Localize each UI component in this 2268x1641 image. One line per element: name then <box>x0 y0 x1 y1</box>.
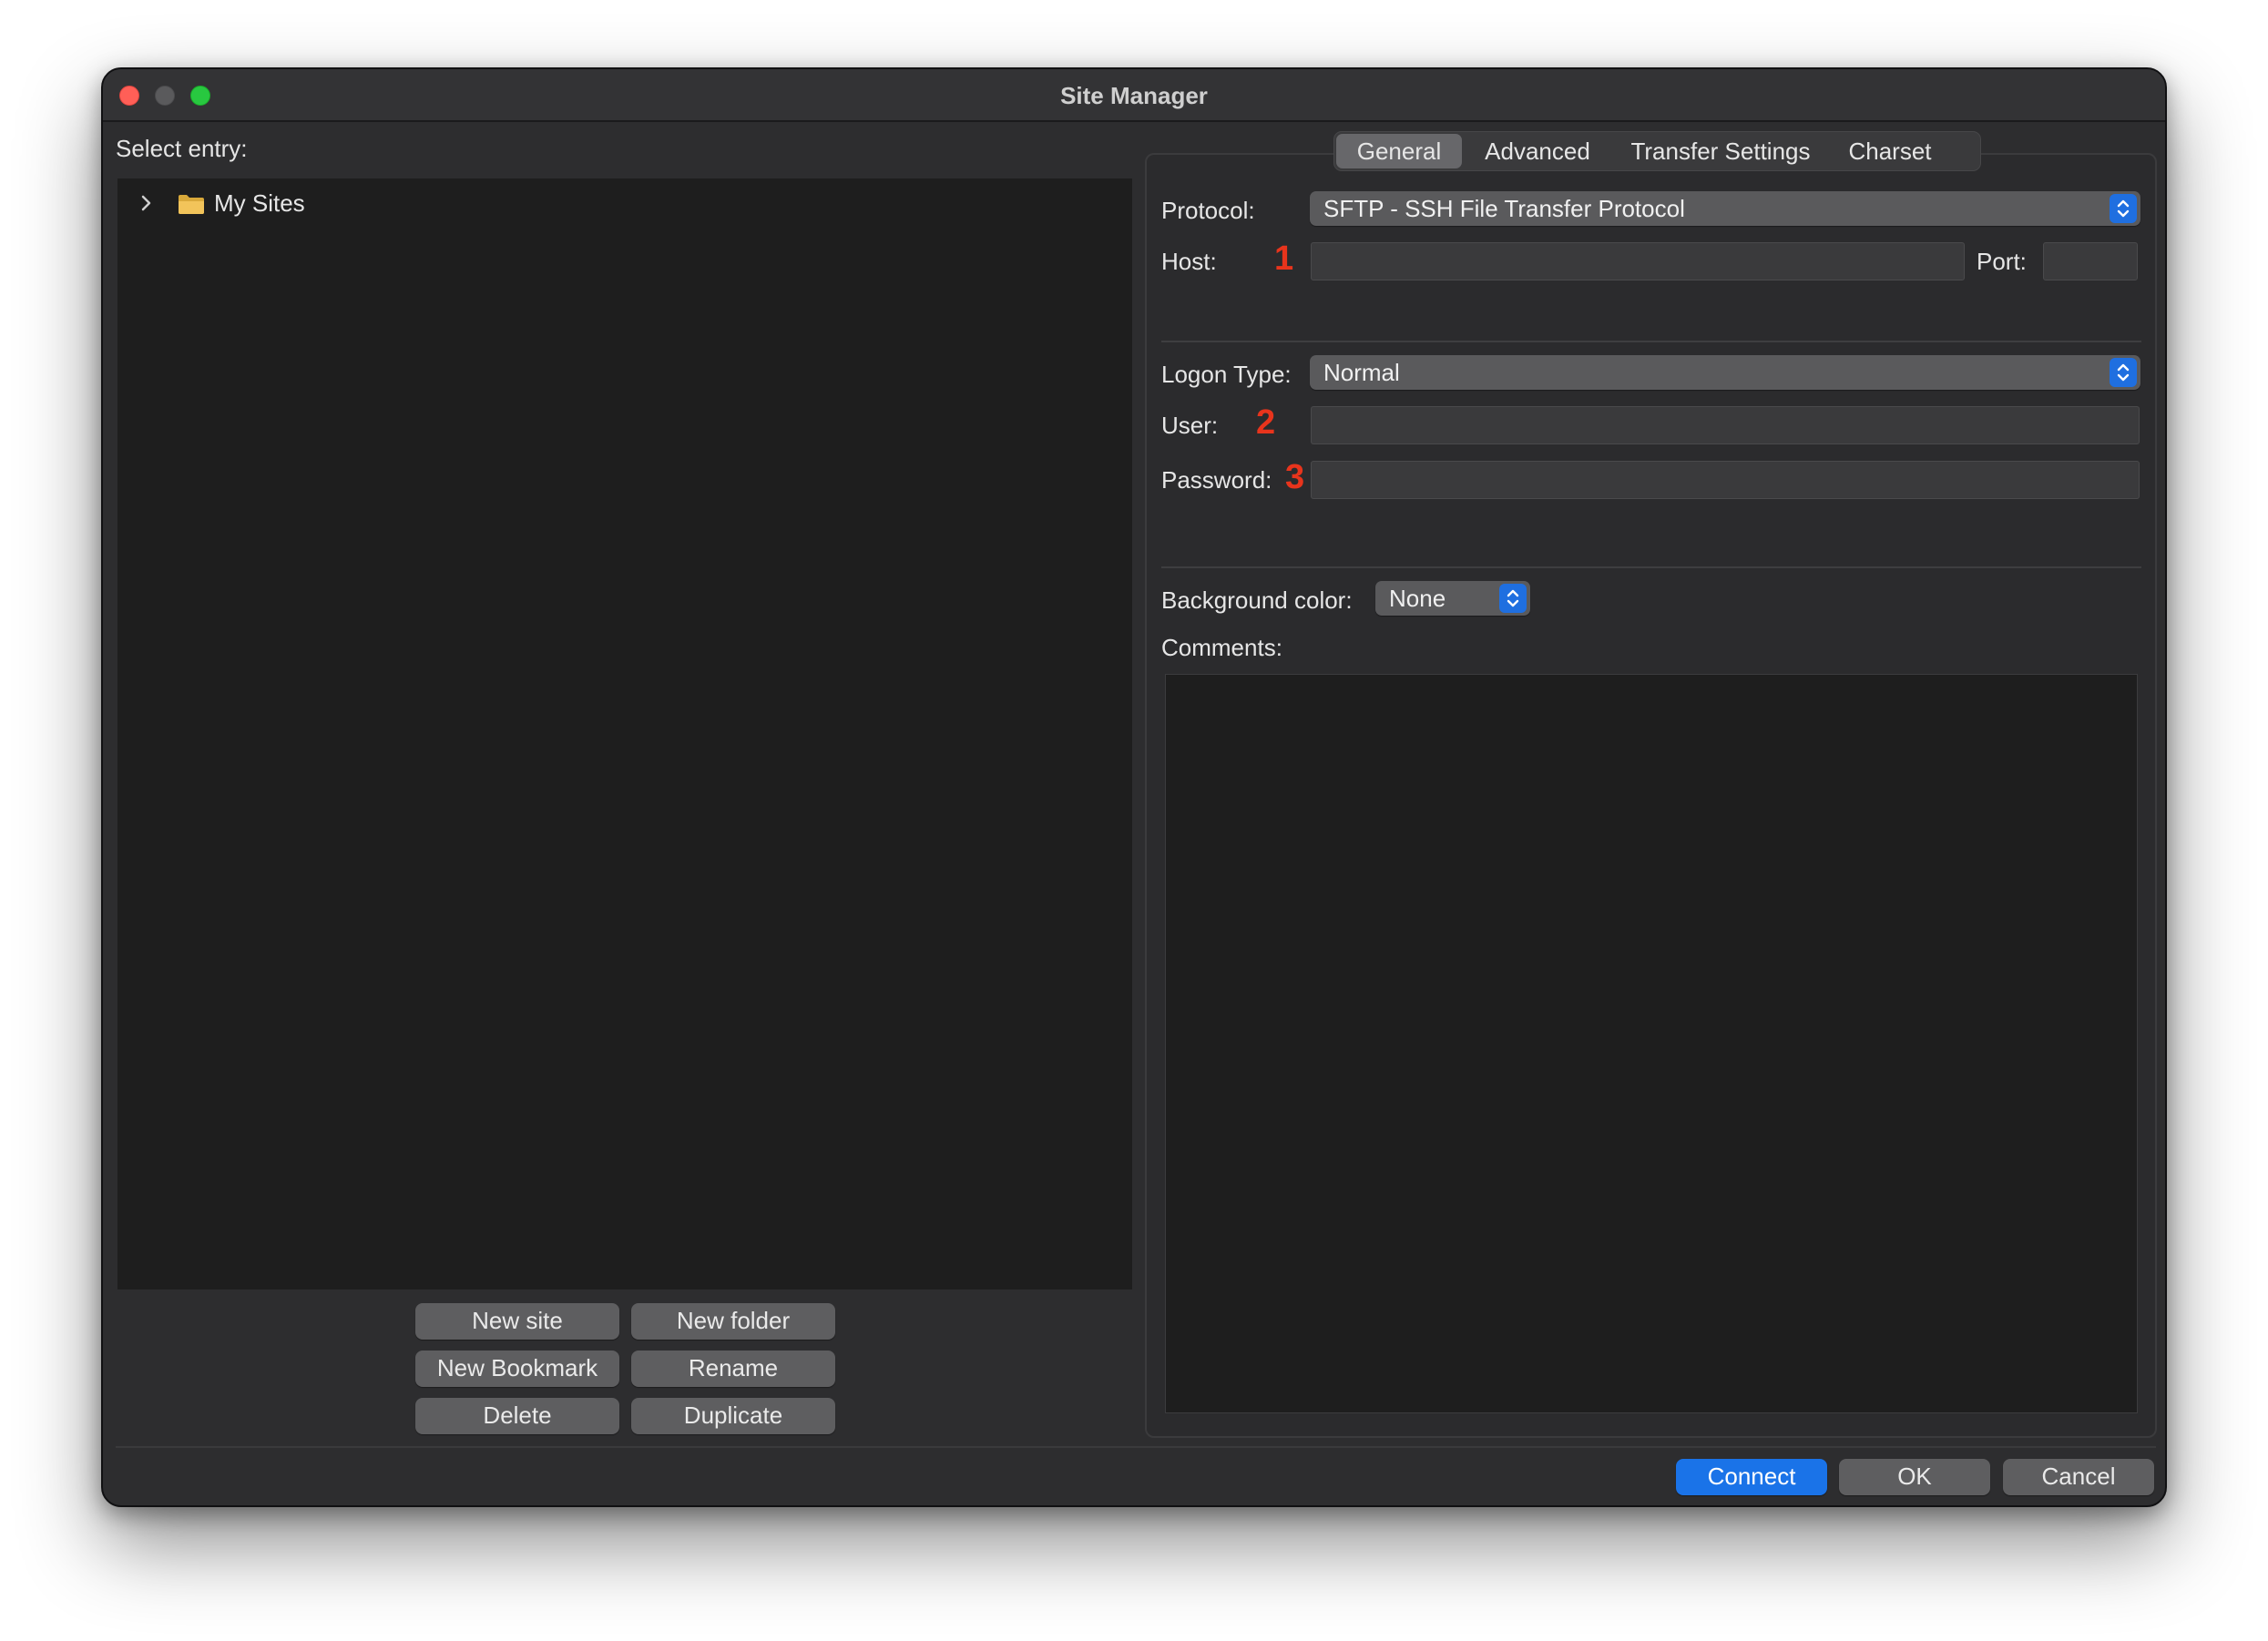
protocol-value: SFTP - SSH File Transfer Protocol <box>1323 195 1685 222</box>
background-color-label: Background color: <box>1161 586 1353 614</box>
password-input[interactable] <box>1311 461 2140 499</box>
separator <box>1161 566 2141 568</box>
port-label: Port: <box>1977 248 2027 275</box>
settings-tabs: General Advanced Transfer Settings Chars… <box>1333 131 1981 171</box>
annotation-marker-2: 2 <box>1256 403 1276 442</box>
delete-button[interactable]: Delete <box>415 1398 619 1434</box>
logon-type-label: Logon Type: <box>1161 361 1292 388</box>
window-title: Site Manager <box>1060 82 1208 109</box>
logon-type-value: Normal <box>1323 359 1400 386</box>
ok-button[interactable]: OK <box>1839 1459 1990 1495</box>
tab-advanced[interactable]: Advanced <box>1469 134 1606 168</box>
comments-label: Comments: <box>1161 634 1282 661</box>
chevron-right-icon[interactable] <box>138 189 156 217</box>
updown-chevron-icon <box>2110 194 2137 223</box>
protocol-label: Protocol: <box>1161 197 1255 224</box>
tab-transfer-settings[interactable]: Transfer Settings <box>1617 134 1824 168</box>
updown-chevron-icon <box>2110 358 2137 387</box>
annotation-marker-1: 1 <box>1274 240 1294 278</box>
site-tree[interactable]: My Sites <box>117 178 1132 1289</box>
user-label: User: <box>1161 412 1219 439</box>
select-entry-label: Select entry: <box>116 135 248 162</box>
tree-item-my-sites[interactable]: My Sites <box>117 178 1132 228</box>
user-input[interactable] <box>1311 406 2140 444</box>
updown-chevron-icon <box>1499 584 1527 613</box>
new-site-button[interactable]: New site <box>415 1303 619 1340</box>
host-input[interactable] <box>1311 242 1965 280</box>
folder-icon <box>178 193 205 215</box>
new-bookmark-button[interactable]: New Bookmark <box>415 1351 619 1387</box>
protocol-select[interactable]: SFTP - SSH File Transfer Protocol <box>1310 191 2140 226</box>
background-color-value: None <box>1389 585 1446 612</box>
site-manager-window: Site Manager Select entry: My Sites New … <box>101 67 2167 1507</box>
password-label: Password: <box>1161 466 1272 494</box>
separator <box>116 1446 2156 1448</box>
logon-type-select[interactable]: Normal <box>1310 355 2140 390</box>
duplicate-button[interactable]: Duplicate <box>631 1398 835 1434</box>
annotation-marker-3: 3 <box>1285 458 1305 496</box>
tab-charset[interactable]: Charset <box>1834 134 1946 168</box>
title-bar: Site Manager <box>103 69 2165 122</box>
tab-general[interactable]: General <box>1336 134 1462 168</box>
background-color-select[interactable]: None <box>1375 581 1530 616</box>
tree-item-label: My Sites <box>214 189 305 217</box>
cancel-button[interactable]: Cancel <box>2003 1459 2154 1495</box>
rename-button[interactable]: Rename <box>631 1351 835 1387</box>
comments-textarea[interactable] <box>1165 674 2138 1413</box>
host-label: Host: <box>1161 248 1217 275</box>
port-input[interactable] <box>2043 242 2138 280</box>
separator <box>1161 341 2141 342</box>
new-folder-button[interactable]: New folder <box>631 1303 835 1340</box>
connect-button[interactable]: Connect <box>1676 1459 1827 1495</box>
